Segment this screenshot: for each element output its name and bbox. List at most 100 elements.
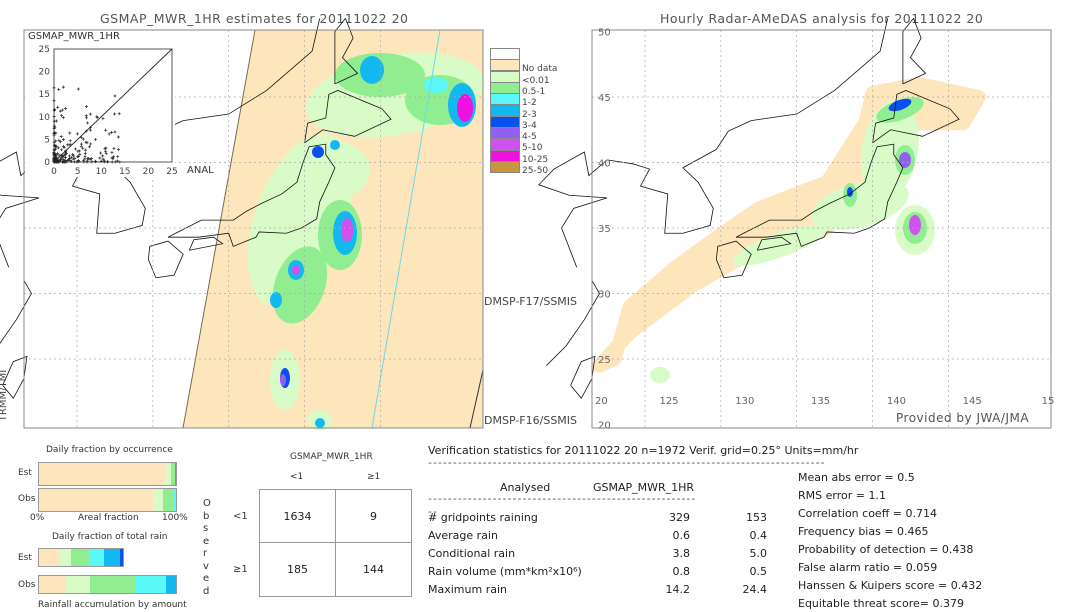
legend-swatch [490,127,520,140]
stat-model-value: 0.4 [749,529,768,542]
rain-cell [650,367,670,383]
legend-label: 0.5-1 [522,86,546,97]
stat-label: Conditional rain [428,547,516,560]
total-rain-title: Daily fraction of total rain [52,532,168,542]
bar-segment [39,549,60,566]
legend-swatch [490,81,520,94]
coastline [570,355,596,400]
legend-swatch [490,48,520,60]
verification-figure: GSMAP_MWR_1HR estimates for 20111022 20 … [0,0,1080,612]
score-item: Mean abs error = 0.5 [798,471,915,484]
rain-cell [909,215,921,235]
latitude-label: 35 [598,224,611,235]
contingency-row-ge1: ≥1 [233,564,248,575]
contingency-row-lt1: <1 [233,511,248,522]
stat-label: Rain volume (mm*km²x10⁶) [428,565,582,578]
coastline [538,18,889,268]
score-item: False alarm ratio = 0.059 [798,561,938,574]
bar-segment [70,549,89,566]
contingency-header: GSMAP_MWR_1HR [290,452,373,462]
longitude-label: 145 [963,396,982,407]
legend-label: <0.01 [522,75,550,86]
latitude-label: 25 [598,355,611,366]
cell-obs-ge1-est-ge1: 144 [363,563,384,576]
legend-label: 1-2 [522,98,537,109]
latitude-label: 30 [598,290,611,301]
bar-segment [89,576,135,593]
occurrence-obs-label: Obs [18,494,36,504]
legend-label: 10-25 [522,154,549,165]
score-item: Equitable threat score= 0.379 [798,597,964,610]
stat-label: Average rain [428,529,498,542]
longitude-label: 125 [659,396,678,407]
cell-obs-ge1-est-lt1: 185 [287,563,308,576]
occurrence-est-bar [38,462,177,486]
legend-swatch [490,149,520,162]
score-item: Hanssen & Kuipers score = 0.432 [798,579,983,592]
total-rain-est-label: Est [18,553,32,563]
stat-analysed-value: 14.2 [665,583,691,596]
contingency-col-ge1: ≥1 [367,472,381,482]
total-rain-footer: Rainfall accumulation by amount [38,600,187,610]
total-rain-est-bar [38,548,124,567]
bar-segment [173,489,176,511]
legend-label: 25-50 [522,166,549,176]
contingency-col-lt1: <1 [290,472,304,482]
bar-segment [103,549,121,566]
occurrence-est-label: Est [18,468,32,478]
axis-areal-fraction: Areal fraction [78,513,139,523]
bar-segment [39,576,67,593]
longitude-label: 140 [887,396,906,407]
rain-cell [899,152,911,168]
stat-analysed-value: 329 [669,511,690,524]
legend-label: 5-10 [522,143,543,154]
legend-swatch [490,104,520,117]
stat-model-value: 5.0 [749,547,768,560]
score-item: Probability of detection = 0.438 [798,543,974,556]
legend-label: No data [522,64,558,75]
stat-label: Maximum rain [428,583,507,596]
score-item: Correlation coeff = 0.714 [798,507,937,520]
legend-swatch [490,59,520,72]
bar-segment [162,489,174,511]
swath-label-f17: DMSP-F17/SSMIS [484,295,578,308]
bar-segment [152,489,163,511]
total-rain-obs-bar [38,575,177,594]
bar-segment [166,576,176,593]
bar-segment [66,576,90,593]
score-item: Frequency bias = 0.465 [798,525,929,538]
stat-analysed-value: 3.8 [672,547,691,560]
bar-segment [120,549,123,566]
bar-segment [59,549,71,566]
cell-obs-lt1-est-lt1: 1634 [283,510,312,523]
swath-label-trmm: TRMM/TMI [0,369,10,422]
contingency-side-label: Observed [203,498,211,597]
stat-label: # gridpoints raining [428,511,538,524]
bar-segment [134,576,167,593]
axis-0pct: 0% [30,513,45,523]
bar-segment [175,463,176,485]
longitude-label: 20 [595,396,608,407]
latitude-label: 50 [598,28,611,39]
stat-analysed-value: 0.6 [672,529,691,542]
legend-label: 3-4 [522,120,537,131]
legend-swatch [490,138,520,151]
scatter-xlabel: ANAL [187,165,214,176]
legend-swatch [490,115,520,128]
cell-obs-lt1-est-ge1: 9 [370,510,377,523]
bar-segment [39,489,153,511]
stat-model-value: 0.5 [749,565,768,578]
longitude-label: 130 [735,396,754,407]
latitude-label: 45 [598,93,611,104]
longitude-label: 135 [811,396,830,407]
stat-analysed-value: 0.8 [672,565,691,578]
longitude-label: 15 [1042,396,1055,407]
latitude-label: 20 [598,421,611,432]
stat-model-value: 153 [746,511,767,524]
latitude-label: 40 [598,159,611,170]
credit-text: Provided by JWA/JMA [896,411,1030,425]
right-map-content [592,76,986,383]
legend-label: 2-3 [522,109,537,120]
occurrence-title: Daily fraction by occurrence [46,445,173,455]
swath-label-f16: DMSP-F16/SSMIS [484,414,578,427]
